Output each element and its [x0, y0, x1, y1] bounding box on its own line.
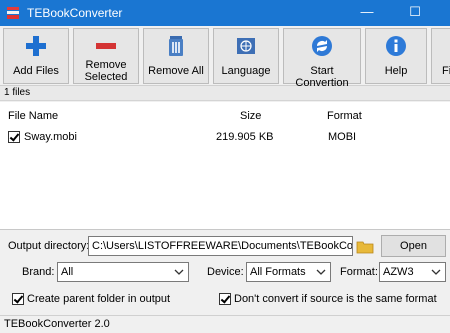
help-button[interactable]: Help [365, 28, 427, 84]
folder-icon[interactable] [356, 238, 374, 256]
files-count-bar: 1 files [0, 86, 450, 101]
output-directory-field[interactable]: C:\Users\LISTOFFREEWARE\Documents\TEBook… [88, 236, 353, 256]
remove-all-label: Remove All [148, 65, 204, 77]
file-name: Sway.mobi [24, 131, 77, 143]
plus-icon [26, 36, 46, 56]
brand-select[interactable]: All [57, 262, 189, 282]
minimize-button[interactable]: — [357, 2, 377, 22]
format-value: AZW3 [383, 266, 414, 278]
start-convertion-button[interactable]: Start Convertion [283, 28, 361, 89]
file-row[interactable]: Sway.mobi 219.905 KB MOBI [0, 129, 450, 147]
overflow-label: Fi [442, 65, 450, 77]
column-header-format[interactable]: Format [327, 110, 362, 122]
device-value: All Formats [250, 266, 306, 278]
add-files-label: Add Files [13, 65, 59, 77]
options-panel: Output directory: C:\Users\LISTOFFREEWAR… [0, 230, 450, 315]
help-label: Help [384, 65, 408, 77]
convert-icon [312, 36, 332, 56]
output-directory-label: Output directory: [8, 240, 90, 252]
maximize-button[interactable]: ☐ [405, 2, 425, 22]
chevron-down-icon [174, 269, 184, 275]
format-label: Format: [340, 266, 378, 278]
status-text: TEBookConverter 2.0 [4, 318, 110, 330]
dont-convert-checkbox[interactable] [219, 293, 231, 305]
status-bar: TEBookConverter 2.0 [0, 315, 450, 333]
app-book-icon [7, 7, 19, 19]
remove-all-button[interactable]: Remove All [143, 28, 209, 84]
brand-label: Brand: [22, 266, 55, 278]
file-list[interactable]: File Name Size Format Sway.mobi 219.905 … [0, 102, 450, 230]
format-select[interactable]: AZW3 [379, 262, 446, 282]
toolbar: Add Files Remove Selected Remove All Lan… [0, 26, 450, 89]
language-button[interactable]: Language [213, 28, 279, 84]
device-label: Device: [207, 266, 244, 278]
files-count: 1 files [4, 87, 31, 98]
column-header-file-name[interactable]: File Name [8, 110, 58, 122]
info-icon [386, 36, 406, 56]
remove-selected-label: Remove Selected [84, 59, 128, 83]
chevron-down-icon [431, 269, 441, 275]
dont-convert-label: Don't convert if source is the same form… [234, 293, 437, 305]
open-button[interactable]: Open [381, 235, 446, 257]
chevron-down-icon [316, 269, 326, 275]
file-format: MOBI [328, 131, 357, 143]
language-label: Language [221, 65, 271, 77]
overflow-button[interactable]: Fi [431, 28, 450, 84]
device-select[interactable]: All Formats [246, 262, 331, 282]
title-bar: TEBookConverter — ☐ [0, 0, 450, 26]
brand-value: All [61, 266, 74, 278]
file-size: 219.905 KB [216, 131, 274, 143]
remove-selected-button[interactable]: Remove Selected [73, 28, 139, 84]
globe-icon [237, 38, 255, 54]
column-header-size[interactable]: Size [240, 110, 261, 122]
file-row-checkbox[interactable] [8, 131, 20, 143]
window-title: TEBookConverter [27, 6, 123, 20]
create-parent-folder-checkbox[interactable] [12, 293, 24, 305]
add-files-button[interactable]: Add Files [3, 28, 69, 84]
trash-icon [169, 36, 183, 56]
create-parent-folder-label: Create parent folder in output [27, 293, 171, 305]
minus-icon [96, 43, 116, 49]
